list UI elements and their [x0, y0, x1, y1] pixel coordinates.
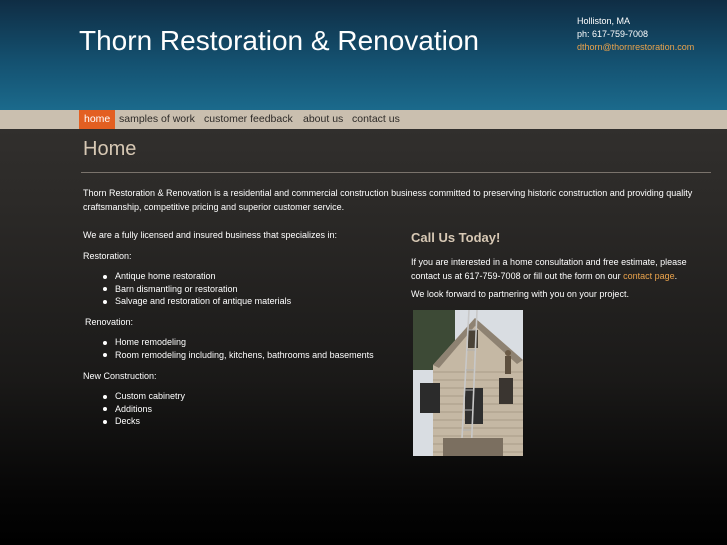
nav-samples-of-work[interactable]: samples of work	[114, 110, 200, 129]
call-us-heading: Call Us Today!	[411, 230, 501, 245]
list-item: Room remodeling including, kitchens, bat…	[103, 349, 374, 362]
nav-contact-us[interactable]: contact us	[347, 110, 405, 129]
house-restoration-photo	[413, 310, 523, 456]
header-phone: ph: 617-759-7008	[577, 29, 649, 39]
page-title: Home	[83, 138, 137, 160]
header-location: Holliston, MA	[577, 16, 631, 26]
section-heading-new-construction: New Construction:	[83, 371, 157, 381]
nav-about-us[interactable]: about us	[298, 110, 348, 129]
call-us-text: If you are interested in a home consulta…	[411, 256, 711, 283]
list-item: Custom cabinetry	[103, 390, 185, 403]
call-us-text-end: .	[674, 270, 678, 281]
list-item: Additions	[103, 403, 185, 416]
main-nav: home samples of work customer feedback a…	[0, 110, 727, 129]
section-heading-restoration: Restoration:	[83, 251, 132, 261]
renovation-list: Home remodeling Room remodeling includin…	[103, 336, 374, 361]
contact-page-link[interactable]: contact page	[623, 271, 675, 281]
section-heading-renovation: Renovation:	[85, 317, 134, 327]
site-header: Thorn Restoration & Renovation Holliston…	[0, 0, 727, 110]
title-divider	[81, 172, 711, 173]
nav-home[interactable]: home	[79, 110, 116, 129]
header-contact-info: Holliston, MA ph: 617-759-7008 dthorn@th…	[577, 15, 694, 54]
licensed-statement: We are a fully licensed and insured busi…	[83, 230, 337, 240]
look-forward-text: We look forward to partnering with you o…	[411, 289, 629, 299]
list-item: Antique home restoration	[103, 270, 291, 283]
list-item: Salvage and restoration of antique mater…	[103, 295, 291, 308]
nav-customer-feedback[interactable]: customer feedback	[199, 110, 298, 129]
header-email-link[interactable]: dthorn@thornrestoration.com	[577, 41, 694, 54]
list-item: Home remodeling	[103, 336, 374, 349]
site-title[interactable]: Thorn Restoration & Renovation	[79, 25, 479, 57]
intro-paragraph: Thorn Restoration & Renovation is a resi…	[83, 188, 693, 212]
list-item: Barn dismantling or restoration	[103, 283, 291, 296]
list-item: Decks	[103, 415, 185, 428]
restoration-list: Antique home restoration Barn dismantlin…	[103, 270, 291, 308]
new-construction-list: Custom cabinetry Additions Decks	[103, 390, 185, 428]
